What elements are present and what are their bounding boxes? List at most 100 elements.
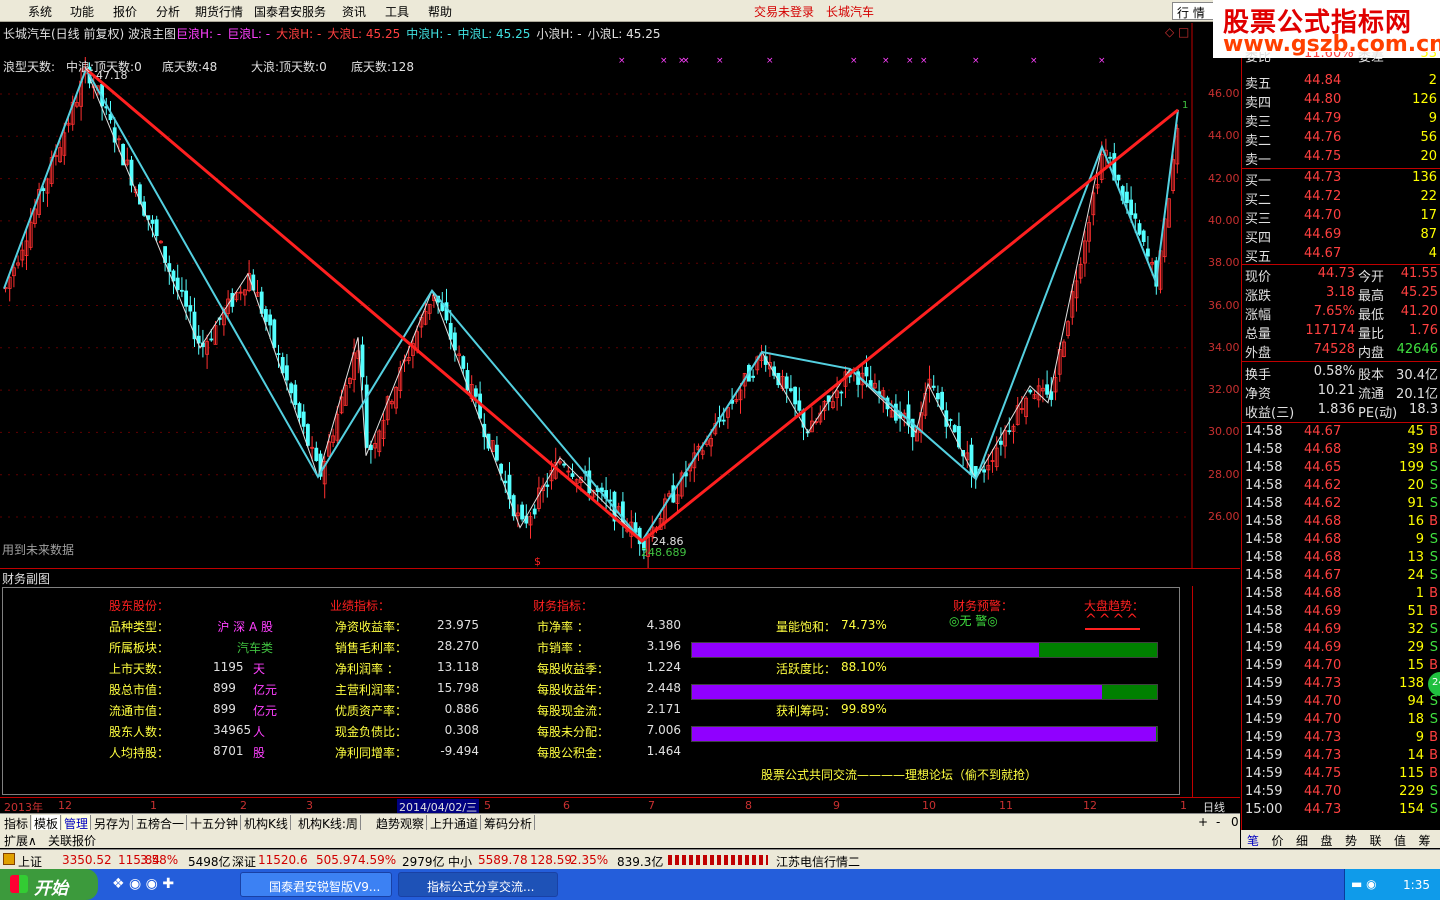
tick-volume: 9 (1415, 730, 1424, 745)
stat-row: 涨跌 3.18 最高 45.25 (1242, 285, 1440, 304)
kline-chart[interactable]: × × × × × × × × × × × × × 长城汽车(日线 前复权) 波浪主图 巨浪H: - 巨浪… (0, 23, 1240, 568)
taskbar-window-gtja[interactable]: 国泰君安锐智版V9... (240, 872, 392, 897)
ask-volume: 126 (1412, 92, 1437, 107)
tab-control[interactable]: - (1214, 815, 1222, 829)
stat-label: 今开 (1358, 270, 1385, 285)
tick-time: 14:58 (1245, 604, 1283, 619)
top-marker: × (882, 56, 890, 66)
bid-label: 买三 (1245, 212, 1272, 227)
tick-volume: 24 (1407, 568, 1424, 583)
right-tab[interactable]: 盘 (1321, 832, 1333, 849)
top-marker: × (716, 56, 724, 66)
ask-row[interactable]: 卖二 44.76 56 (1242, 130, 1440, 149)
ratio-bar (691, 684, 1158, 700)
tick-row: 14:59 44.70 18 S (1242, 712, 1440, 730)
ask-row[interactable]: 卖一 44.75 20 (1242, 149, 1440, 168)
top-marker: × (1098, 56, 1106, 66)
stat-value: 10.21 (1317, 383, 1355, 398)
index-item: 839.3亿 (617, 855, 664, 869)
start-label: 开始 (34, 879, 68, 899)
right-tab[interactable]: 筹 (1419, 832, 1431, 849)
date-label: 9 (833, 799, 840, 812)
right-tab[interactable]: 价 (1272, 832, 1284, 849)
index-item: 4.59% (358, 853, 397, 867)
date-label: 3 (306, 799, 313, 812)
fin-label: 每股公积金： (537, 746, 610, 760)
order-ratio-value: 11.60% (1304, 52, 1354, 61)
bid-volume: 17 (1420, 208, 1437, 223)
menu-quote[interactable]: 报价 (113, 3, 137, 20)
tray-icons[interactable]: ▬ ◉ (1351, 877, 1377, 891)
menu-futures[interactable]: 期货行情 (195, 3, 243, 20)
tick-time: 14:58 (1245, 550, 1283, 565)
tick-volume: 9 (1415, 532, 1424, 547)
stat-label: 涨跌 (1245, 289, 1272, 304)
stat-value: 74528 (1313, 342, 1355, 357)
stat-value: 3.18 (1326, 285, 1355, 300)
date-label: 12 (58, 799, 72, 812)
tick-side: S (1429, 622, 1438, 637)
expand-button[interactable]: 扩展∧ (4, 832, 37, 849)
indicator-readout: 巨浪H: - 巨浪L: - 大浪H: - 大浪L: 45.25 中浪H: - 中浪L: 4… (176, 25, 666, 42)
tick-row: 15:00 44.73 154 S (1242, 802, 1440, 820)
indicator-value: 大浪L: 45.25 (327, 27, 401, 41)
tab-control[interactable]: 0 (1229, 815, 1241, 829)
menu-help[interactable]: 帮助 (428, 3, 452, 20)
tick-side: S (1429, 496, 1438, 511)
bid-row[interactable]: 买五 44.67 4 (1242, 246, 1440, 265)
tick-price: 44.69 (1304, 640, 1342, 655)
bid-row[interactable]: 买一 44.73 136 (1242, 170, 1440, 189)
menu-analysis[interactable]: 分析 (156, 3, 180, 20)
ask-label: 卖三 (1245, 115, 1272, 130)
index-item: 128.59 (530, 853, 572, 867)
right-tab[interactable]: 细 (1296, 832, 1308, 849)
bid-price: 44.73 (1304, 170, 1342, 185)
bid-price: 44.70 (1304, 208, 1342, 223)
stat-value: 0.58% (1313, 364, 1355, 379)
menu-news[interactable]: 资讯 (342, 3, 366, 20)
fin-value: 23.975 (437, 618, 479, 632)
tab-control[interactable]: + (1196, 815, 1210, 829)
tick-price: 44.67 (1304, 424, 1342, 439)
menu-system[interactable]: 系统 (28, 3, 52, 20)
chart-window-controls[interactable]: ◇ □ (1165, 25, 1189, 39)
right-tab[interactable]: 势 (1345, 832, 1357, 849)
fin-label: 流通市值： (109, 704, 170, 718)
bid-row[interactable]: 买二 44.72 22 (1242, 189, 1440, 208)
tick-time: 14:58 (1245, 478, 1283, 493)
right-tab[interactable]: 联 (1370, 832, 1382, 849)
taskbar-window-forum[interactable]: 指标公式分享交流... (398, 872, 558, 897)
bid-row[interactable]: 买四 44.69 87 (1242, 227, 1440, 246)
fin-label: 净利润率 ： (335, 662, 399, 676)
menu-function[interactable]: 功能 (70, 3, 94, 20)
right-tab[interactable]: 值 (1394, 832, 1406, 849)
future-data-note: 用到未来数据 (2, 543, 75, 557)
high-price-label: 47.18 (96, 69, 128, 82)
top-marker: × (972, 56, 980, 66)
menu-gtja-service[interactable]: 国泰君安服务 (254, 3, 326, 20)
right-tab[interactable]: 笔 (1247, 832, 1259, 849)
bid-row[interactable]: 买三 44.70 17 (1242, 208, 1440, 227)
index-item[interactable]: 江苏电信行情二 (776, 853, 860, 870)
trade-status[interactable]: 交易未登录 (754, 3, 814, 20)
related-quote-button[interactable]: 关联报价 (48, 832, 96, 849)
indicator-tabs: 指标 模板 管理 另存为 五榜合一 十五分钟 机构K线 机构K线:周 趋势观察 上升通道 筹码分析 +… (0, 813, 1241, 832)
tick-volume: 15 (1407, 658, 1424, 673)
ask-row[interactable]: 卖三 44.79 9 (1242, 111, 1440, 130)
ask-row[interactable]: 卖四 44.80 126 (1242, 92, 1440, 111)
stat-value: 41.20 (1400, 304, 1438, 319)
fin-label: 净资收益率： (335, 620, 408, 634)
tick-row: 14:59 44.70 229 S (1242, 784, 1440, 802)
tick-time: 14:58 (1245, 622, 1283, 637)
tick-row: 14:59 44.70 94 S (1242, 694, 1440, 712)
menu-tools[interactable]: 工具 (385, 3, 409, 20)
bid-label: 买一 (1245, 174, 1272, 189)
quicklaunch-icons[interactable]: ❖ ◉ ◉ ✚ (112, 876, 174, 892)
signal-bars-icon (668, 855, 768, 865)
tick-price: 44.73 (1304, 730, 1342, 745)
stat-label: 净资 (1245, 387, 1272, 402)
quote-tab[interactable]: 行 情 (1172, 2, 1216, 20)
tick-price: 44.69 (1304, 622, 1342, 637)
ask-row[interactable]: 卖五 44.84 2 (1242, 73, 1440, 92)
bid-volume: 87 (1420, 227, 1437, 242)
